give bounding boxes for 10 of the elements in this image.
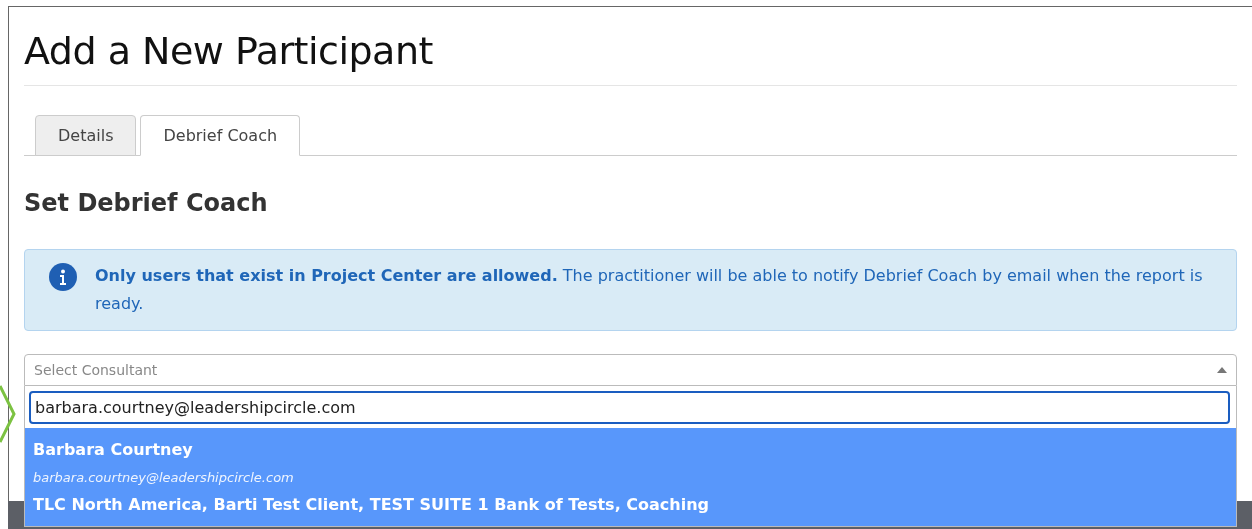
tab[interactable]: Details — [35, 115, 137, 156]
info-icon — [49, 263, 77, 291]
search-field[interactable]: barbara.courtney@leadershipcircle.com — [29, 391, 1230, 424]
consultant-select[interactable]: Select Consultant — [24, 354, 1237, 386]
page-title: Add a New Participant — [24, 7, 1237, 86]
caret-icon — [1217, 367, 1227, 373]
chevron-icon — [0, 384, 16, 444]
alert-message: Only users that exist in Project Center are allowed. The practitioner will be able to notify Debrief Coach by email when the report is ready. — [95, 265, 1204, 315]
section-heading: Set Debrief Coach — [24, 189, 269, 217]
tab[interactable]: Debrief Coach — [140, 115, 301, 156]
